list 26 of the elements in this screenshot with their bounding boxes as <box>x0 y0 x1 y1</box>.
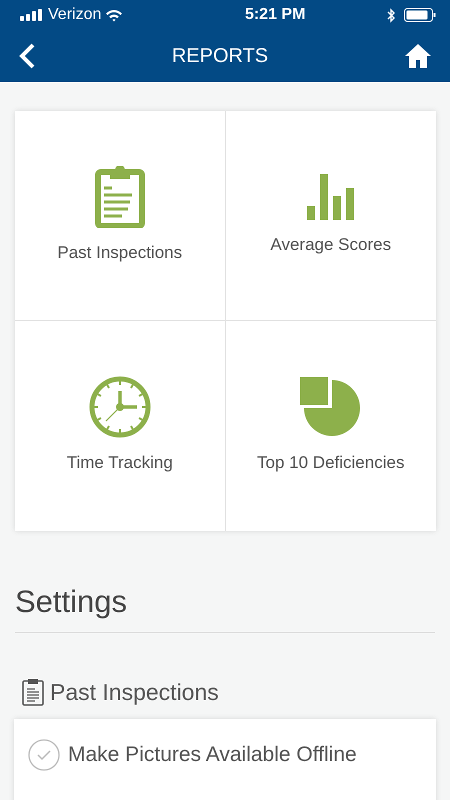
tile-label: Time Tracking <box>66 452 173 474</box>
wifi-icon <box>105 8 124 22</box>
report-tile[interactable]: Past Inspections <box>15 111 226 321</box>
tile-label: Average Scores <box>270 234 392 256</box>
signal-icon <box>20 9 44 21</box>
bluetooth-icon <box>387 8 396 22</box>
report-tile[interactable]: Top 10 Deficiencies <box>226 321 436 531</box>
page-title: REPORTS <box>172 44 268 69</box>
pie-chart-icon <box>300 376 362 438</box>
clock-icon <box>88 376 151 438</box>
back-icon[interactable] <box>18 43 36 69</box>
clipboard-icon <box>94 166 145 228</box>
carrier-name: Verizon <box>48 5 102 25</box>
bar-chart-icon <box>306 174 356 220</box>
option-label: Make Pictures Available Offline <box>68 742 357 768</box>
subsection-heading: Past Inspections <box>50 678 219 707</box>
battery-icon <box>404 8 436 22</box>
tile-label: Past Inspections <box>57 242 182 264</box>
home-icon[interactable] <box>404 43 432 69</box>
report-tile[interactable]: Average Scores <box>226 111 436 321</box>
section-heading: Settings <box>15 579 435 632</box>
clock-time: 5:21 PM <box>244 5 306 25</box>
clipboard-icon <box>22 678 44 706</box>
report-tile[interactable]: Time Tracking <box>15 321 226 531</box>
tile-label: Top 10 Deficiencies <box>257 452 404 474</box>
checkbox[interactable] <box>28 739 60 771</box>
